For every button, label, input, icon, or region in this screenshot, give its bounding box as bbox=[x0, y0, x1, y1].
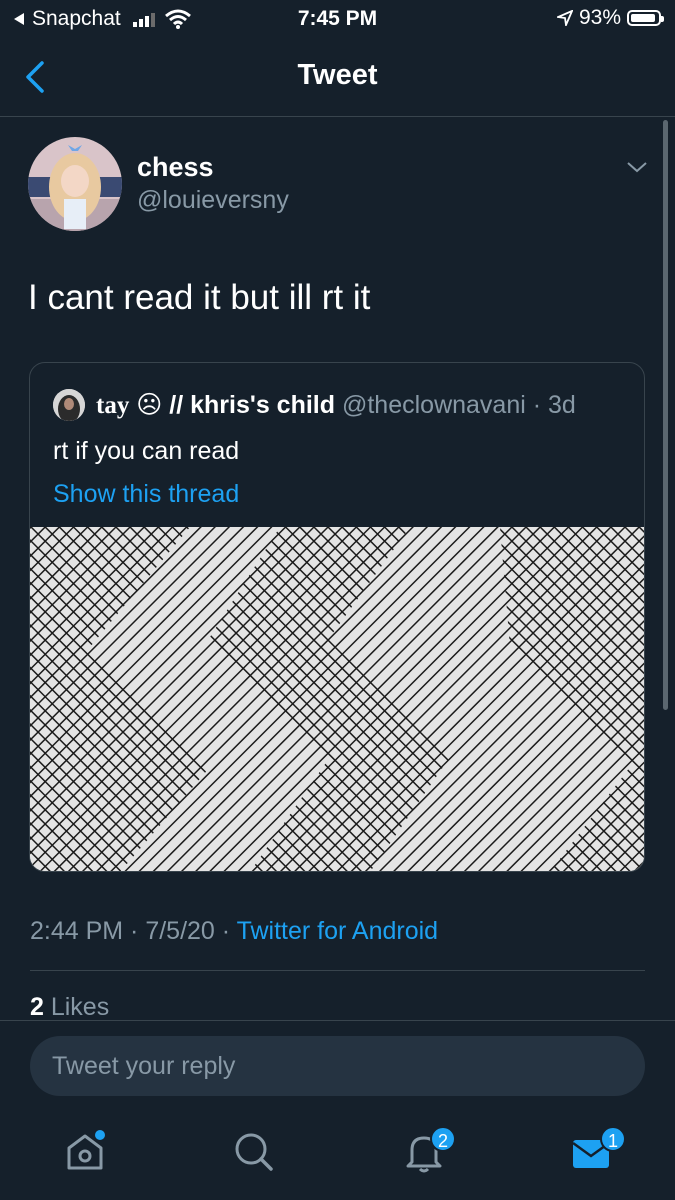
tweet-meta: 2:44 PM · 7/5/20 · Twitter for Android bbox=[30, 917, 438, 946]
quoted-name-part1: tay bbox=[96, 392, 130, 419]
quoted-handle: @theclownavani bbox=[335, 391, 526, 419]
status-right: 93% bbox=[556, 6, 664, 30]
likes-count: 2 bbox=[30, 993, 44, 1021]
page-title: Tweet bbox=[297, 59, 378, 91]
quoted-tweet-card[interactable]: tay ☹ // khris's child @theclownavani · … bbox=[29, 362, 645, 872]
quoted-emoji: ☹ bbox=[129, 391, 170, 419]
show-thread-link[interactable]: Show this thread bbox=[53, 480, 239, 509]
avatar[interactable] bbox=[28, 137, 122, 231]
quoted-name-part2: // khris's child bbox=[169, 391, 336, 419]
likes-label: Likes bbox=[43, 993, 110, 1021]
tab-messages[interactable]: 1 bbox=[570, 1126, 626, 1174]
scrollbar[interactable] bbox=[663, 120, 668, 710]
location-icon bbox=[556, 10, 573, 26]
reply-input[interactable] bbox=[30, 1036, 645, 1096]
quoted-text: rt if you can read bbox=[53, 437, 240, 465]
nav-bar: Tweet bbox=[0, 40, 675, 117]
search-icon bbox=[235, 1133, 273, 1171]
chevron-down-icon[interactable] bbox=[625, 158, 649, 176]
quoted-header: tay ☹ // khris's child @theclownavani · … bbox=[96, 390, 576, 420]
tweet-text: I cant read it but ill rt it bbox=[28, 278, 371, 317]
battery-icon bbox=[627, 10, 664, 26]
likes-stat[interactable]: 2 Likes bbox=[30, 993, 109, 1022]
meta-separator: · bbox=[123, 917, 146, 945]
meta-separator: · bbox=[214, 917, 237, 945]
tab-search[interactable] bbox=[232, 1130, 276, 1174]
author-name[interactable]: chess bbox=[137, 152, 214, 183]
tab-notifications[interactable]: 2 bbox=[402, 1126, 456, 1174]
notifications-badge: 2 bbox=[430, 1126, 456, 1152]
status-bar: Snapchat 7:45 PM 93% bbox=[0, 0, 675, 40]
tweet-source-link[interactable]: Twitter for Android bbox=[237, 917, 438, 945]
divider bbox=[30, 970, 645, 971]
author-handle[interactable]: @louieversny bbox=[137, 186, 289, 215]
quoted-image[interactable] bbox=[30, 527, 644, 872]
tab-home[interactable] bbox=[63, 1130, 107, 1174]
tweet-time: 2:44 PM bbox=[30, 917, 124, 945]
quoted-avatar bbox=[53, 389, 85, 421]
home-new-dot bbox=[95, 1130, 105, 1140]
quoted-age: · 3d bbox=[525, 391, 576, 419]
messages-badge: 1 bbox=[600, 1126, 626, 1152]
battery-percent: 93% bbox=[578, 6, 621, 29]
tweet-date: 7/5/20 bbox=[145, 917, 215, 945]
